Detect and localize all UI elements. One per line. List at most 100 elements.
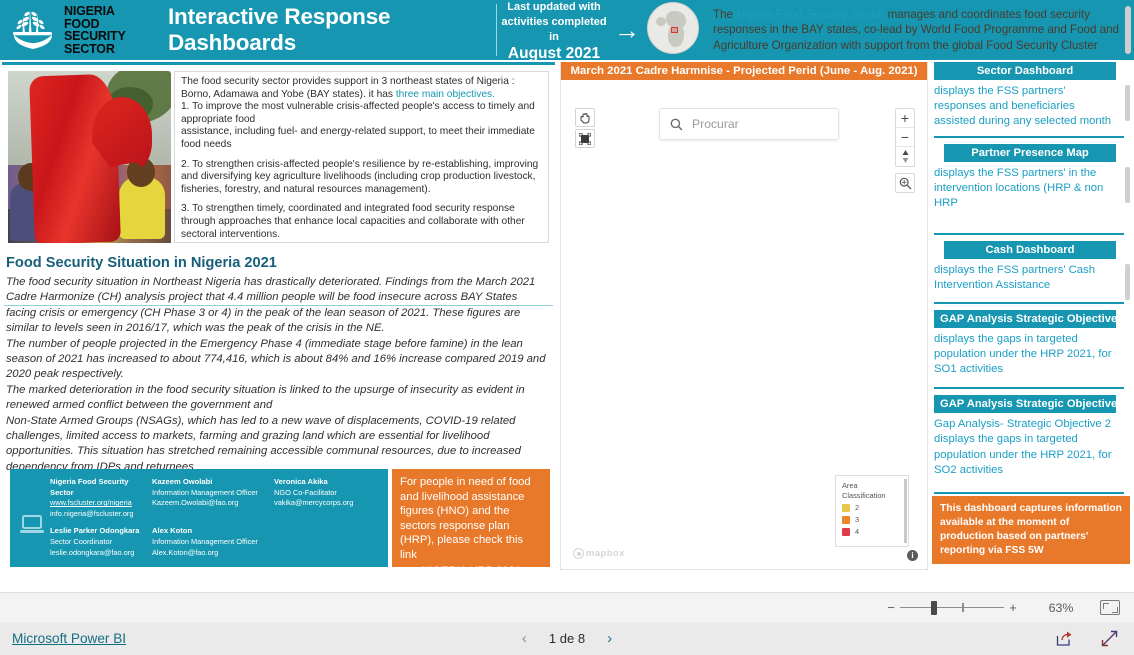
previous-page-button[interactable]: ‹ bbox=[522, 630, 527, 647]
laptop-icon bbox=[16, 477, 50, 561]
hrp-callout[interactable]: For people in need of food and livelihoo… bbox=[392, 469, 550, 577]
objectives-box: The food security sector provides suppor… bbox=[174, 71, 549, 243]
nav-item-gap-analysis-so2: GAP Analysis Strategic Objective 2 Gap A… bbox=[930, 395, 1132, 495]
zoom-percent-label: 63% bbox=[1048, 600, 1074, 615]
gap-analysis-so1-button[interactable]: GAP Analysis Strategic Objective 1 bbox=[934, 309, 1127, 328]
contact-email[interactable]: vakika@mercycorps.org bbox=[274, 498, 394, 509]
contact-name: Alex Koton bbox=[152, 526, 193, 536]
contact-name: Kazeem Owolabi bbox=[152, 477, 213, 486]
legend-scrollbar[interactable] bbox=[904, 479, 907, 543]
map-zoom-in-button[interactable]: + bbox=[896, 109, 914, 128]
map-search-box[interactable]: Procurar bbox=[659, 108, 839, 140]
map-info-icon[interactable]: i bbox=[907, 550, 918, 561]
contact-name: Nigeria Food Security Sector bbox=[50, 477, 129, 497]
map-visual: March 2021 Cadre Harmnise - Projected Pe… bbox=[560, 62, 928, 570]
contact-card: Veronica Akika NGO Co-Facilitator vakika… bbox=[274, 477, 394, 519]
zoom-in-button[interactable]: + bbox=[1004, 600, 1022, 615]
fss-logo: NIGERIA FOOD SECURITY SECTOR bbox=[0, 0, 162, 60]
objectives-intro-highlight: three main objectives. bbox=[395, 88, 495, 100]
contact-website-link[interactable]: www.fscluster.org/nigeria bbox=[50, 498, 152, 509]
select-tool-icon[interactable] bbox=[575, 129, 595, 148]
report-canvas: The food security sector provides suppor… bbox=[0, 60, 1134, 592]
contacts-panel: Nigeria Food Security Sector www.fsclust… bbox=[10, 469, 388, 567]
contact-email[interactable]: Kazeem.Owolabi@fao.org bbox=[152, 498, 274, 509]
zoom-out-button[interactable]: − bbox=[882, 600, 900, 615]
header-description: The Nigeria Food Security Sector manages… bbox=[703, 7, 1134, 54]
page-title: Interactive Response Dashboards bbox=[168, 4, 391, 55]
objectives-intro: The food security sector provides suppor… bbox=[181, 76, 542, 152]
nav-divider bbox=[934, 387, 1124, 390]
nav-desc-scrollbar[interactable] bbox=[1125, 166, 1130, 203]
zoom-slider-thumb[interactable] bbox=[931, 600, 937, 615]
arrow-right-icon: → bbox=[614, 15, 640, 45]
map-surface[interactable]: Procurar + − Area Classification 2 3 4 m… bbox=[561, 80, 927, 569]
partner-presence-map-button[interactable]: Partner Presence Map bbox=[944, 143, 1116, 162]
last-updated-line-2: activities completed in bbox=[501, 15, 607, 43]
share-button[interactable] bbox=[1056, 630, 1073, 647]
legend-swatch bbox=[842, 504, 850, 512]
contact-card: Nigeria Food Security Sector www.fsclust… bbox=[50, 477, 152, 519]
nav-item-cash-dashboard: Cash Dashboard displays the FSS partners… bbox=[930, 241, 1132, 304]
fit-to-page-button[interactable] bbox=[1100, 600, 1120, 615]
report-footer: Microsoft Power BI ‹ 1 de 8 › bbox=[0, 622, 1134, 655]
nav-item-gap-analysis-so1: GAP Analysis Strategic Objective 1 displ… bbox=[930, 309, 1132, 390]
last-updated-line-1: Last updated with bbox=[507, 0, 601, 13]
contact-role: NGO Co-Facilitator bbox=[274, 487, 337, 497]
contact-card: Kazeem Owolabi Information Management Of… bbox=[152, 477, 274, 519]
contact-role: Information Management Officer bbox=[152, 536, 258, 546]
contact-name: Leslie Parker Odongkara bbox=[50, 526, 140, 536]
page-indicator: 1 de 8 bbox=[548, 631, 586, 646]
situation-paragraph-3: The marked deterioration in the food sec… bbox=[6, 383, 525, 412]
map-zoom-out-button[interactable]: − bbox=[896, 128, 914, 147]
fss-logo-text: NIGERIA FOOD SECURITY SECTOR bbox=[64, 5, 162, 55]
legend-label: 4 bbox=[855, 527, 860, 536]
nav-desc-scrollbar[interactable] bbox=[1125, 85, 1130, 121]
nav-desc: displays the FSS partners' responses and… bbox=[930, 80, 1132, 130]
contact-email[interactable]: info.nigeria@fscluster.org bbox=[50, 509, 152, 520]
contact-name: Veronica Akika bbox=[274, 477, 328, 486]
map-zoom-controls[interactable]: + − bbox=[895, 108, 915, 167]
logo-line-3: SECTOR bbox=[64, 41, 115, 56]
next-page-button[interactable]: › bbox=[607, 630, 612, 647]
legend-label: 2 bbox=[855, 503, 860, 512]
last-updated-month: August 2021 bbox=[507, 44, 601, 62]
mapbox-logo-icon bbox=[573, 548, 584, 559]
nav-desc: displays the gaps in targeted population… bbox=[930, 328, 1132, 378]
map-legend: Area Classification 2 3 4 bbox=[835, 475, 909, 547]
contact-email[interactable]: Alex.Koton@fao.org bbox=[152, 548, 274, 559]
hero-photo bbox=[8, 71, 171, 243]
legend-title-line-2: Classification bbox=[842, 491, 886, 500]
map-locate-button[interactable] bbox=[895, 173, 915, 193]
contact-role: Information Management Officer bbox=[152, 487, 258, 497]
nav-desc-text: Gap Analysis- Strategic Objective 2 disp… bbox=[934, 418, 1112, 476]
fullscreen-button[interactable] bbox=[1101, 630, 1118, 647]
map-compass-button[interactable] bbox=[896, 147, 914, 166]
contact-card: Alex Koton Information Management Office… bbox=[152, 526, 274, 558]
nav-divider bbox=[934, 301, 1124, 304]
blurb-highlight: Nigeria Food Security Sector bbox=[736, 7, 885, 21]
nigeria-highlight-box bbox=[671, 27, 678, 33]
legend-title-line-1: Area bbox=[842, 481, 858, 490]
legend-item[interactable]: 4 bbox=[842, 527, 902, 537]
nav-divider bbox=[934, 233, 1124, 236]
hrp-link[interactable]: NIGERIA HRP 2021 bbox=[400, 564, 542, 579]
nav-desc-text: displays the FSS partners' in the interv… bbox=[934, 166, 1104, 210]
legend-item[interactable]: 2 bbox=[842, 503, 902, 513]
pan-tool-icon[interactable] bbox=[575, 108, 595, 127]
nav-item-sector-dashboard: Sector Dashboard displays the FSS partne… bbox=[930, 62, 1132, 138]
page-navigator: ‹ 1 de 8 › bbox=[472, 630, 662, 647]
search-icon bbox=[670, 118, 683, 130]
header-scrollbar[interactable] bbox=[1125, 6, 1131, 54]
objective-3: 3. To strengthen timely, coordinated and… bbox=[181, 203, 525, 240]
sector-dashboard-button[interactable]: Sector Dashboard bbox=[934, 62, 1116, 80]
situation-paragraph-4: Non-State Armed Groups (NSAGs), which ha… bbox=[6, 414, 521, 473]
microsoft-power-bi-link[interactable]: Microsoft Power BI bbox=[12, 631, 126, 646]
gap-analysis-so2-button[interactable]: GAP Analysis Strategic Objective 2 bbox=[934, 395, 1127, 414]
nav-desc-scrollbar[interactable] bbox=[1125, 264, 1130, 301]
nav-desc-text: displays the FSS partners' responses and… bbox=[934, 85, 1112, 128]
legend-item[interactable]: 3 bbox=[842, 515, 902, 525]
cash-dashboard-button[interactable]: Cash Dashboard bbox=[944, 241, 1116, 260]
zoom-slider[interactable] bbox=[900, 600, 1004, 615]
mapbox-attribution[interactable]: mapbox bbox=[573, 548, 625, 559]
contact-email[interactable]: leslie.odongkara@fao.org bbox=[50, 548, 152, 559]
